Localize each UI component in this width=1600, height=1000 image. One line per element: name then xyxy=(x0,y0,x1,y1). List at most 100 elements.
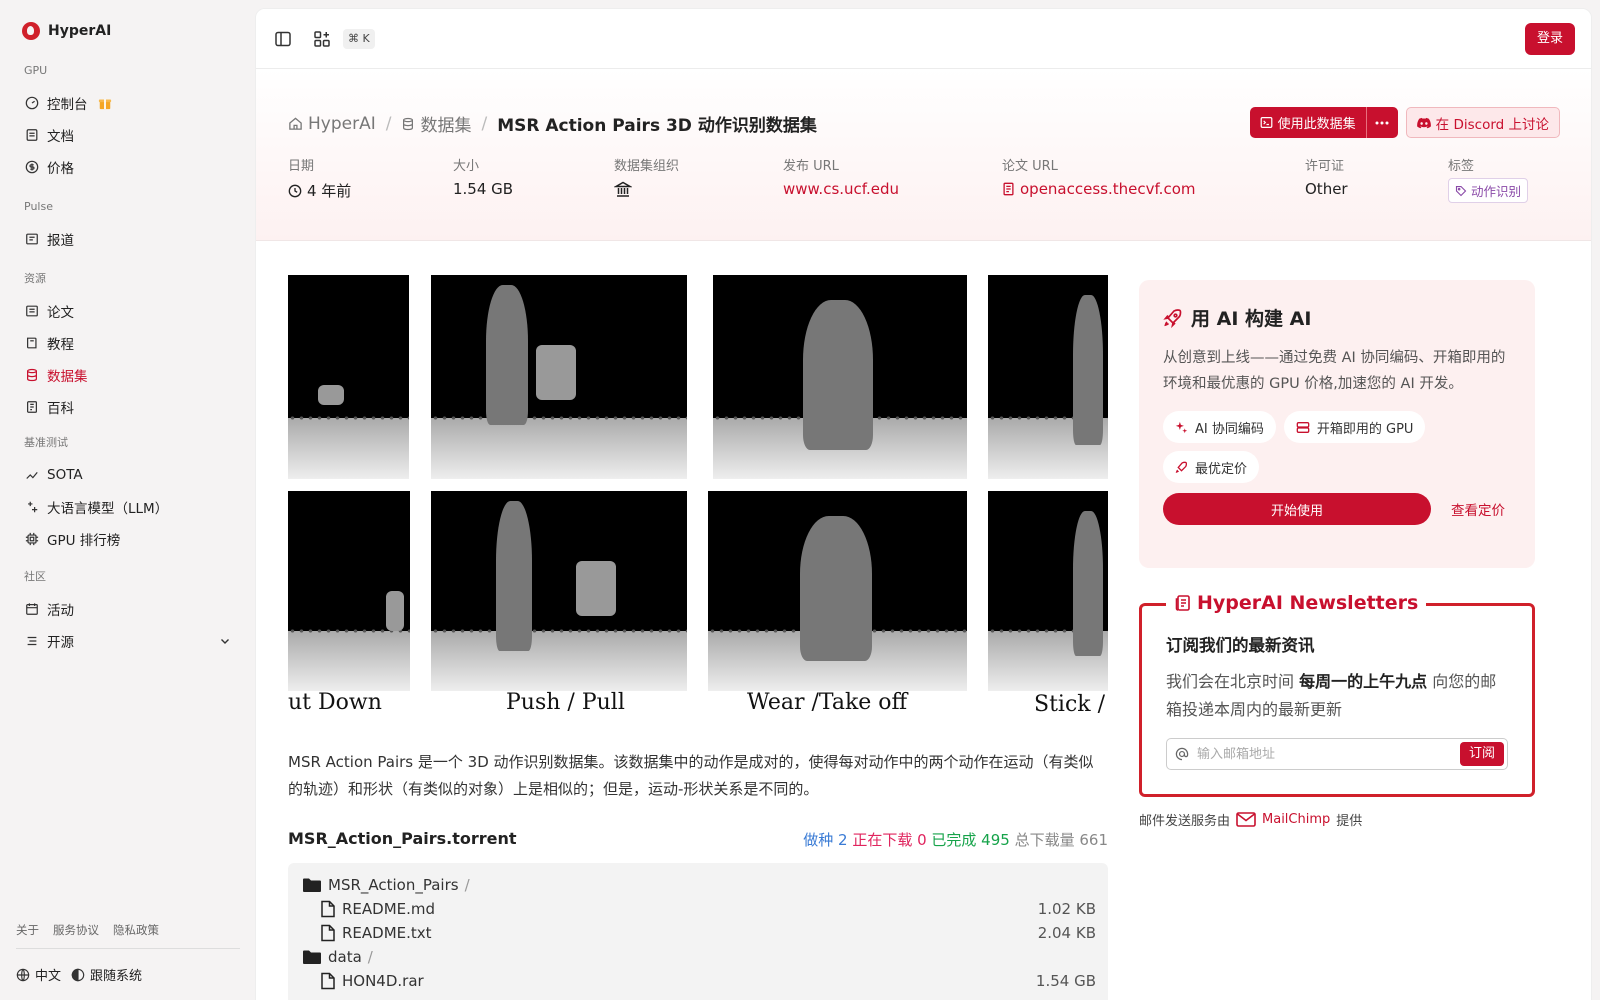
footer-link-privacy[interactable]: 隐私政策 xyxy=(113,922,159,938)
file-icon xyxy=(321,924,335,942)
sparkle-icon xyxy=(1175,421,1188,433)
meta-tags: 标签 动作识别 xyxy=(1448,155,1529,203)
server-icon xyxy=(1296,421,1310,433)
mail-note-suffix: 提供 xyxy=(1336,814,1363,829)
sidebar-item-pricing[interactable]: 价格 xyxy=(16,151,241,183)
file-tree-row[interactable]: HON4D.rar 1.54 GB xyxy=(288,969,1108,993)
depth-frame xyxy=(988,491,1108,691)
view-pricing-link[interactable]: 查看定价 xyxy=(1451,499,1505,519)
sidebar-item-label: 报道 xyxy=(47,233,74,249)
sidebar-item-console[interactable]: 控制台 xyxy=(16,87,241,119)
file-name-text: README.txt xyxy=(342,924,432,942)
meta-label: 论文 URL xyxy=(1002,159,1058,174)
paper-url-link[interactable]: openaccess.thecvf.com xyxy=(1002,180,1195,198)
globe-icon xyxy=(16,968,30,981)
file-tree-row[interactable]: README.md 1.02 KB xyxy=(288,897,1108,921)
email-input[interactable] xyxy=(1197,746,1460,762)
path-separator: / xyxy=(367,948,373,966)
at-sign-icon xyxy=(1175,747,1189,761)
sidebar-item-docs[interactable]: 文档 xyxy=(16,119,241,151)
dataset-description: MSR Action Pairs 是一个 3D 动作识别数据集。该数据集中的动作… xyxy=(288,753,1094,798)
file-name: HON4D.rar xyxy=(320,972,424,990)
sidebar-item-label: 活动 xyxy=(47,603,74,619)
sidebar-toggle-icon[interactable] xyxy=(273,29,293,49)
meta-date-value: 4 年前 xyxy=(288,180,351,201)
discord-button[interactable]: 在 Discord 上讨论 xyxy=(1405,107,1560,138)
file-size: 2.04 KB xyxy=(1037,924,1096,942)
main-panel: ⌘ K 登录 HyperAI / 数据集 / MSR Action Pairs … xyxy=(255,8,1592,1000)
sidebar-item-label: 开源 xyxy=(47,635,74,651)
depth-frame xyxy=(713,275,967,479)
depth-frame xyxy=(288,275,409,479)
sidebar-item-gpu-leaderboard[interactable]: GPU 排行榜 xyxy=(16,523,241,555)
paper-url-text: openaccess.thecvf.com xyxy=(1020,180,1196,198)
chevron-down-icon[interactable] xyxy=(219,635,231,647)
breadcrumb-datasets[interactable]: 数据集 xyxy=(401,111,471,136)
newsletter-title: HyperAI Newsletters xyxy=(1197,592,1419,614)
sidebar-item-events[interactable]: 活动 xyxy=(16,593,241,625)
file-tree: MSR_Action_Pairs / README.md 1.02 KB READ… xyxy=(288,863,1108,1000)
get-started-button[interactable]: 开始使用 xyxy=(1163,493,1431,525)
more-options-button[interactable] xyxy=(1365,107,1398,138)
sidebar-item-datasets[interactable]: 数据集 xyxy=(16,359,241,391)
use-dataset-button-group: 使用此数据集 xyxy=(1249,107,1398,138)
calendar-icon xyxy=(24,602,39,617)
sidebar-item-label: 数据集 xyxy=(47,369,88,385)
sidebar-item-opensource[interactable]: 开源 xyxy=(16,625,241,657)
preview-caption: ut Down xyxy=(288,690,382,715)
nav-heading: Pulse xyxy=(24,200,53,213)
topbar: ⌘ K 登录 xyxy=(256,9,1591,69)
command-palette-shortcut[interactable]: ⌘ K xyxy=(343,29,375,49)
breadcrumb-separator: / xyxy=(385,113,392,134)
header-actions: 使用此数据集 在 Discord 上讨论 xyxy=(1249,107,1560,138)
sidebar-item-label: 价格 xyxy=(47,161,74,177)
tag-badge[interactable]: 动作识别 xyxy=(1448,178,1529,203)
theme-switcher[interactable]: 跟随系统 xyxy=(71,965,142,984)
sidebar-item-papers[interactable]: 论文 xyxy=(16,295,241,327)
file-tree-row[interactable]: MSR_Action_Pairs / xyxy=(288,873,1108,897)
sidebar-footer-links: 关于 服务协议 隐私政策 xyxy=(16,922,240,938)
breadcrumb-home[interactable]: HyperAI xyxy=(288,114,376,134)
breadcrumb-separator: / xyxy=(481,113,488,134)
paper-icon xyxy=(24,304,39,319)
file-tree-row[interactable]: README.txt 2.04 KB xyxy=(288,921,1108,945)
file-name: data / xyxy=(302,948,373,966)
sidebar-item-wiki[interactable]: 百科 xyxy=(16,391,241,423)
newsletter-box: HyperAI Newsletters 订阅我们的最新资讯 我们会在北京时间 每… xyxy=(1139,592,1535,797)
file-tree-row[interactable]: data / xyxy=(288,945,1108,969)
sparkle-icon xyxy=(24,500,39,515)
mailchimp-link[interactable]: MailChimp xyxy=(1262,812,1330,827)
institution-icon[interactable] xyxy=(614,180,632,198)
paper-icon xyxy=(1003,182,1014,196)
subscribe-button[interactable]: 订阅 xyxy=(1459,742,1504,766)
mail-provider-note: 邮件发送服务由 MailChimp 提供 xyxy=(1139,810,1362,829)
divider xyxy=(16,948,240,949)
meta-license: 许可证 Other xyxy=(1305,155,1348,198)
chip-best-price: 最优定价 xyxy=(1163,451,1260,483)
gift-icon xyxy=(98,99,111,110)
chip-label: 开箱即用的 GPU xyxy=(1316,421,1414,437)
footer-link-about[interactable]: 关于 xyxy=(16,922,39,938)
sidebar-item-reports[interactable]: 报道 xyxy=(16,223,241,255)
sidebar-item-tutorials[interactable]: 教程 xyxy=(16,327,241,359)
publish-url-link[interactable]: www.cs.ucf.edu xyxy=(783,180,899,198)
news-icon xyxy=(24,232,39,247)
use-dataset-button[interactable]: 使用此数据集 xyxy=(1249,107,1366,138)
torrent-title: MSR_Action_Pairs.torrent xyxy=(288,829,517,848)
ai-card-title: 用 AI 构建 AI xyxy=(1163,304,1511,331)
torrent-stats: 做种 2 正在下载 0 已完成 495 总下载量 661 xyxy=(776,829,1108,850)
brand-logo[interactable]: HyperAI xyxy=(22,22,111,40)
file-size: 1.02 KB xyxy=(1037,900,1096,918)
tag-icon xyxy=(1455,185,1467,196)
login-button[interactable]: 登录 xyxy=(1524,23,1575,55)
language-switcher[interactable]: 中文 xyxy=(16,965,61,984)
apps-icon[interactable] xyxy=(312,29,332,49)
total-downloads: 总下载量 661 xyxy=(1014,831,1108,849)
sidebar-item-llm[interactable]: 大语言模型（LLM） xyxy=(16,491,241,523)
folder-name: data xyxy=(328,948,362,966)
sidebar-item-sota[interactable]: SOTA xyxy=(16,459,241,491)
meta-paper-url: 论文 URL openaccess.thecvf.com xyxy=(1002,155,1195,198)
page-title: MSR Action Pairs 3D 动作识别数据集 xyxy=(497,116,817,136)
breadcrumb-home-label: HyperAI xyxy=(308,113,376,134)
footer-link-terms[interactable]: 服务协议 xyxy=(53,922,99,938)
